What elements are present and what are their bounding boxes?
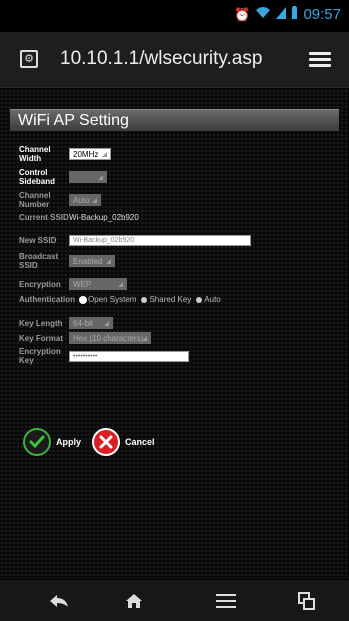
home-icon[interactable] xyxy=(119,588,149,614)
row-channel-width: Channel Width 20MHz xyxy=(19,145,111,163)
encryption-label: Encryption xyxy=(19,279,61,289)
new-ssid-label: New SSID xyxy=(19,236,57,245)
battery-icon xyxy=(291,6,298,24)
browser-menu-icon[interactable] xyxy=(309,52,331,68)
channel-width-select[interactable]: 20MHz xyxy=(69,148,111,160)
signal-icon xyxy=(276,6,287,24)
check-icon xyxy=(23,428,51,456)
row-current-ssid: Current SSID Wi-Backup_02b920 xyxy=(19,213,139,222)
android-nav-bar xyxy=(0,580,349,621)
alarm-icon: ⏰ xyxy=(234,7,251,22)
control-sideband-label: Control Sideband xyxy=(19,168,56,186)
browser-url-bar[interactable]: ⚙ 10.10.1.1/wlsecurity.asp xyxy=(0,32,349,88)
apply-label: Apply xyxy=(56,437,82,447)
row-broadcast-ssid: Broadcast SSID Enabled xyxy=(19,252,115,270)
channel-width-label: Channel Width xyxy=(19,145,51,163)
auth-open-radio[interactable] xyxy=(80,296,86,303)
apply-button[interactable]: Apply xyxy=(23,428,81,456)
encryption-key-label: Encryption Key xyxy=(19,347,61,365)
encryption-select[interactable]: WEP xyxy=(69,278,127,290)
row-key-length: Key Length 64-bit xyxy=(19,317,113,329)
key-format-label: Key Format xyxy=(19,333,64,343)
broadcast-ssid-label: Broadcast SSID xyxy=(19,252,59,270)
wifi-icon xyxy=(255,6,271,24)
key-length-label: Key Length xyxy=(19,318,63,328)
current-ssid-value: Wi-Backup_02b920 xyxy=(69,213,139,222)
encryption-key-input[interactable]: •••••••••• xyxy=(69,350,189,362)
key-length-select[interactable]: 64-bit xyxy=(69,317,113,329)
new-ssid-input[interactable]: Wi-Backup_02b920 xyxy=(69,235,251,246)
current-ssid-label: Current SSID xyxy=(19,213,69,222)
cancel-button[interactable]: Cancel xyxy=(92,428,155,456)
auth-auto-label: Auto xyxy=(204,295,221,304)
auth-shared-radio[interactable] xyxy=(141,296,148,303)
authentication-label: Authentication xyxy=(19,295,75,304)
site-settings-icon[interactable]: ⚙ xyxy=(20,50,38,68)
control-sideband-select[interactable] xyxy=(69,171,107,183)
close-icon xyxy=(92,428,120,456)
channel-number-label: Channel Number xyxy=(19,191,51,209)
row-encryption: Encryption WEP xyxy=(19,278,127,290)
row-control-sideband: Control Sideband xyxy=(19,168,107,186)
page-title: WiFi AP Setting xyxy=(18,112,129,129)
url-text[interactable]: 10.10.1.1/wlsecurity.asp xyxy=(60,47,262,71)
menu-icon[interactable] xyxy=(211,588,241,614)
row-authentication: Authentication Open System Shared Key Au… xyxy=(19,295,221,304)
auth-shared-label: Shared Key xyxy=(149,295,192,304)
key-format-select[interactable]: Hex (10 characters) xyxy=(69,332,151,344)
status-icons: ⏰ 09:57 xyxy=(234,6,341,24)
channel-number-select[interactable]: Auto xyxy=(69,194,101,206)
cancel-label: Cancel xyxy=(125,437,155,447)
page-title-bar: WiFi AP Setting xyxy=(10,109,339,131)
row-encryption-key: Encryption Key •••••••••• xyxy=(19,347,189,365)
recent-apps-icon[interactable] xyxy=(292,588,322,614)
row-channel-number: Channel Number Auto xyxy=(19,191,101,209)
auth-open-label: Open System xyxy=(88,295,137,304)
row-key-format: Key Format Hex (10 characters) xyxy=(19,332,151,344)
row-new-ssid: New SSID Wi-Backup_02b920 xyxy=(19,235,251,246)
auth-auto-radio[interactable] xyxy=(196,296,203,303)
status-bar: ⏰ 09:57 xyxy=(0,0,349,32)
broadcast-ssid-select[interactable]: Enabled xyxy=(69,255,115,267)
clock: 09:57 xyxy=(303,6,341,23)
back-icon[interactable] xyxy=(44,588,74,614)
web-page: WiFi AP Setting Channel Width 20MHz Cont… xyxy=(0,89,349,579)
